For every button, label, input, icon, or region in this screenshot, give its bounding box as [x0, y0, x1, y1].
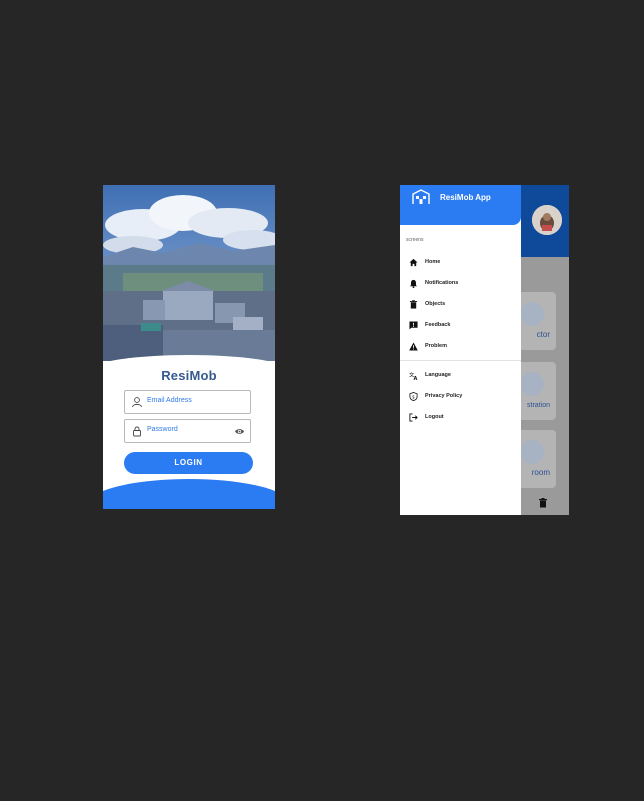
hero-photo: [103, 185, 275, 361]
menu-divider: [400, 360, 521, 361]
trash-icon[interactable]: [539, 498, 547, 508]
shield-icon: $: [409, 392, 418, 401]
app-screen: ctor stration room ResiMob App screens H…: [400, 185, 569, 515]
svg-text:A: A: [414, 376, 418, 380]
menu-item-notifications[interactable]: Notifications: [400, 276, 521, 294]
feedback-icon: [409, 321, 418, 330]
login-screen: ResiMob Email Address Password LOGIN: [103, 185, 275, 509]
password-placeholder: Password: [147, 426, 178, 433]
menu-item-language[interactable]: 文 A Language: [400, 368, 521, 386]
brand-title: ResiMob: [161, 368, 217, 383]
navigation-drawer: ResiMob App screens Home Notifications O…: [400, 185, 521, 515]
logout-icon: [409, 413, 418, 422]
menu-item-label: Home: [425, 259, 441, 265]
card-label: stration: [527, 402, 550, 409]
menu-item-objects[interactable]: Objects: [400, 297, 521, 315]
drawer-app-title: ResiMob App: [440, 193, 491, 202]
menu-item-home[interactable]: Home: [400, 255, 521, 273]
trash-icon: [409, 300, 418, 309]
menu-item-feedback[interactable]: Feedback: [400, 318, 521, 336]
menu-item-label: Logout: [425, 414, 444, 420]
eye-icon[interactable]: [234, 426, 245, 437]
warning-icon: [409, 342, 418, 351]
login-button[interactable]: LOGIN: [124, 452, 253, 474]
card-label: ctor: [536, 330, 550, 339]
lock-icon: [133, 426, 141, 437]
email-field[interactable]: Email Address: [124, 390, 251, 414]
bell-icon: [409, 279, 418, 288]
user-icon: [132, 397, 142, 408]
card-icon: [520, 302, 544, 326]
menu-item-problem[interactable]: Problem: [400, 339, 521, 357]
menu-item-label: Notifications: [425, 280, 459, 286]
menu-item-label: Feedback: [425, 322, 451, 328]
avatar[interactable]: [532, 205, 562, 235]
translate-icon: 文 A: [409, 371, 418, 380]
password-field[interactable]: Password: [124, 419, 251, 443]
card-label: room: [531, 468, 550, 477]
drawer-header: ResiMob App: [400, 185, 521, 225]
menu-item-logout[interactable]: Logout: [400, 410, 521, 428]
bottom-wave: [103, 479, 275, 509]
building-logo-icon: [412, 189, 430, 204]
svg-text:$: $: [412, 394, 415, 400]
menu-item-label: Privacy Policy: [425, 393, 463, 399]
card-icon: [520, 372, 544, 396]
menu-item-label: Objects: [425, 301, 446, 307]
home-icon: [409, 258, 418, 267]
section-label: screens: [406, 237, 424, 243]
menu-item-label: Language: [425, 372, 451, 378]
card-icon: [520, 440, 544, 464]
menu-item-privacy-policy[interactable]: $ Privacy Policy: [400, 389, 521, 407]
email-placeholder: Email Address: [147, 397, 192, 404]
menu-item-label: Problem: [425, 343, 448, 349]
